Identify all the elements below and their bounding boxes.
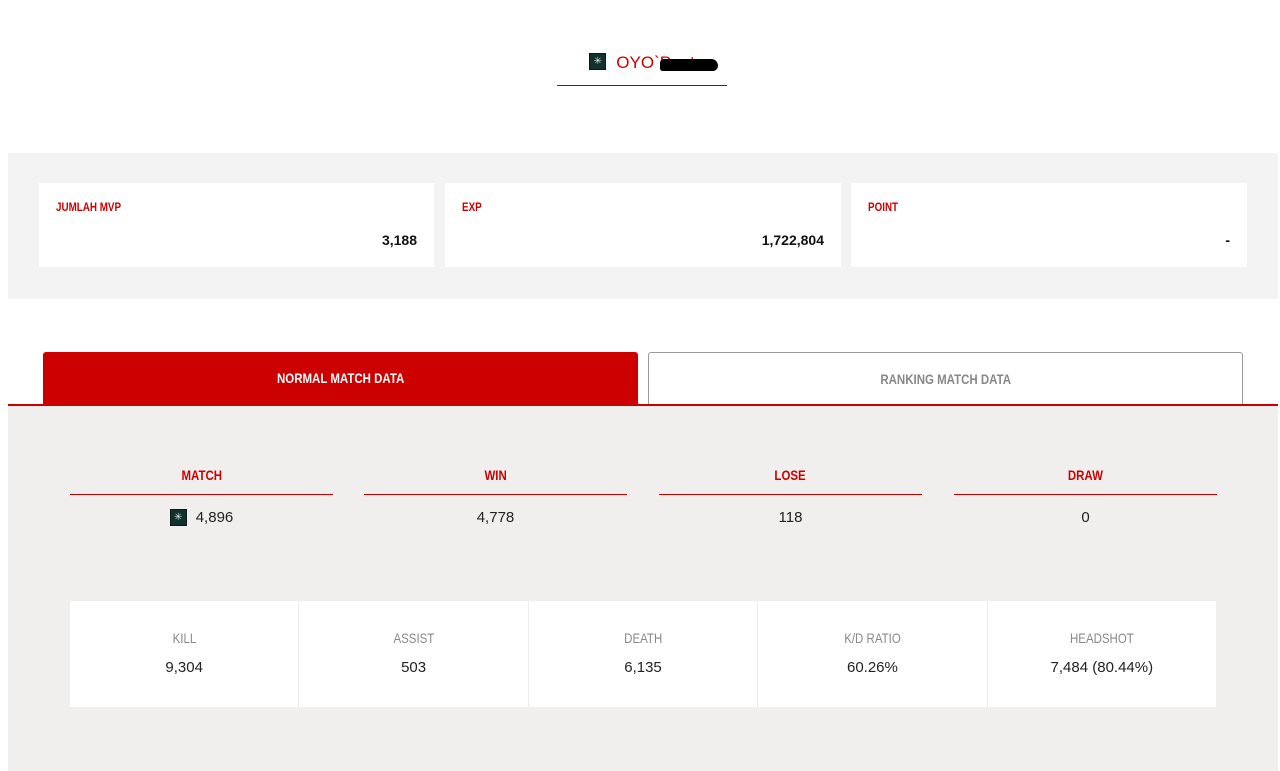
match-data-panel: MATCH ✳ 4,896 WIN 4,778 LOSE 118 DRAW 0 … — [8, 406, 1278, 771]
divider — [954, 494, 1217, 495]
lose-value: 118 — [778, 509, 803, 526]
divider — [364, 494, 627, 495]
point-value: - — [1225, 232, 1230, 248]
tab-normal-label: NORMAL MATCH DATA — [276, 370, 405, 386]
tab-ranking-label: RANKING MATCH DATA — [880, 370, 1011, 387]
assist-value: 503 — [401, 659, 427, 676]
redaction-mark — [660, 59, 718, 71]
kill-stat: KILL 9,304 — [70, 601, 300, 707]
point-card: POINT - — [851, 183, 1247, 267]
exp-value: 1,722,804 — [761, 232, 824, 248]
tab-normal-match-data[interactable]: NORMAL MATCH DATA — [43, 352, 638, 404]
divider — [659, 494, 922, 495]
kill-label: KILL — [172, 630, 197, 646]
rank-badge-icon: ✳ — [589, 53, 607, 70]
assist-label: ASSIST — [393, 630, 435, 646]
divider — [70, 494, 333, 495]
match-value: 4,896 — [195, 509, 234, 526]
mvp-card: JUMLAH MVP 3,188 — [39, 183, 434, 267]
win-label: WIN — [484, 467, 507, 483]
point-label: POINT — [868, 200, 899, 214]
death-value: 6,135 — [624, 659, 662, 676]
assist-stat: ASSIST 503 — [299, 601, 529, 707]
summary-panel: JUMLAH MVP 3,188 EXP 1,722,804 POINT - — [8, 153, 1278, 299]
lose-label: LOSE — [774, 467, 807, 483]
exp-card: EXP 1,722,804 — [445, 183, 841, 267]
draw-label: DRAW — [1067, 467, 1104, 483]
kd-ratio-value: 60.26% — [846, 659, 898, 676]
combat-stats: KILL 9,304 ASSIST 503 DEATH 6,135 K/D RA… — [70, 601, 1216, 707]
headshot-label: HEADSHOT — [1069, 630, 1134, 646]
rank-badge-icon: ✳ — [169, 509, 187, 526]
tab-ranking-match-data[interactable]: RANKING MATCH DATA — [648, 352, 1243, 404]
death-label: DEATH — [623, 630, 663, 646]
kd-ratio-stat: K/D RATIO 60.26% — [758, 601, 988, 707]
kill-value: 9,304 — [165, 659, 203, 676]
headshot-stat: HEADSHOT 7,484 (80.44%) — [988, 601, 1216, 707]
kd-ratio-label: K/D RATIO — [844, 630, 901, 646]
mvp-value: 3,188 — [381, 232, 417, 248]
draw-value: 0 — [1081, 509, 1090, 526]
match-label: MATCH — [181, 467, 222, 483]
headshot-value: 7,484 (80.44%) — [1050, 659, 1154, 676]
death-stat: DEATH 6,135 — [529, 601, 759, 707]
mvp-label: JUMLAH MVP — [56, 200, 122, 214]
player-header: ✳ OYO`Pent — [557, 48, 727, 86]
exp-label: EXP — [462, 200, 482, 214]
win-value: 4,778 — [476, 509, 515, 526]
